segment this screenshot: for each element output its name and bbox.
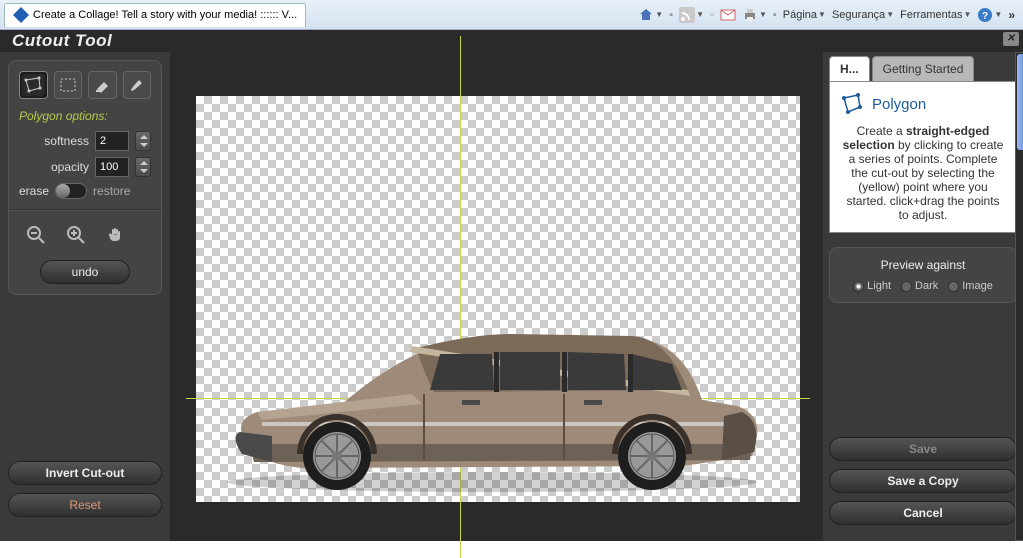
softness-spinner[interactable] xyxy=(135,131,151,151)
preview-dark-radio[interactable]: Dark xyxy=(901,280,938,292)
invert-cutout-button[interactable]: Invert Cut-out xyxy=(8,461,162,485)
svg-text:?: ? xyxy=(982,11,988,22)
reset-button[interactable]: Reset xyxy=(8,493,162,517)
security-menu[interactable]: Segurança ▼ xyxy=(832,9,894,21)
zoom-out-icon[interactable] xyxy=(25,224,47,246)
opacity-input[interactable] xyxy=(95,157,129,177)
canvas-area xyxy=(170,52,823,541)
window-title: Cutout Tool xyxy=(12,31,112,51)
tab-title: Create a Collage! Tell a story with your… xyxy=(33,9,297,21)
help-title: Polygon xyxy=(872,96,926,113)
save-button[interactable]: Save xyxy=(829,437,1017,461)
site-icon xyxy=(13,7,29,23)
brush-tool[interactable] xyxy=(123,71,152,99)
canvas[interactable] xyxy=(196,96,800,502)
cancel-button[interactable]: Cancel xyxy=(829,501,1017,525)
undo-button[interactable]: undo xyxy=(40,260,130,284)
browser-toolbar: Create a Collage! Tell a story with your… xyxy=(0,0,1023,30)
home-button[interactable]: ▼ xyxy=(638,7,663,23)
zoom-in-icon[interactable] xyxy=(65,224,87,246)
preview-panel: Preview against Light Dark Image xyxy=(829,247,1017,303)
opacity-spinner[interactable] xyxy=(135,157,151,177)
browser-menu-right: ▼ ▪ ▼ ▫ ▼ ▪ Página ▼ Segurança ▼ Ferrame… xyxy=(638,7,1023,23)
mail-button[interactable] xyxy=(720,7,736,23)
tools-panel: Polygon options: softness opacity erase … xyxy=(8,60,162,295)
close-icon[interactable]: ✕ xyxy=(1003,32,1019,46)
window-titlebar: Cutout Tool ✕ xyxy=(0,30,1023,52)
erase-restore-toggle[interactable] xyxy=(55,183,87,199)
tools-menu[interactable]: Ferramentas ▼ xyxy=(900,9,971,21)
page-menu[interactable]: Página ▼ xyxy=(783,9,826,21)
scrollbar-thumb[interactable] xyxy=(1017,54,1023,150)
softness-label: softness xyxy=(19,134,89,148)
overflow-icon[interactable]: » xyxy=(1008,8,1015,22)
help-panel: Polygon Create a straight-edged selectio… xyxy=(829,81,1017,233)
marquee-tool[interactable] xyxy=(54,71,83,99)
save-copy-button[interactable]: Save a Copy xyxy=(829,469,1017,493)
eraser-tool[interactable] xyxy=(88,71,117,99)
polygon-icon xyxy=(840,92,864,116)
preview-light-radio[interactable]: Light xyxy=(853,280,891,292)
getting-started-tab[interactable]: Getting Started xyxy=(872,56,975,81)
feeds-button[interactable]: ▼ xyxy=(679,7,704,23)
preview-title: Preview against xyxy=(838,258,1008,272)
scrollbar[interactable] xyxy=(1015,52,1023,541)
browser-tab[interactable]: Create a Collage! Tell a story with your… xyxy=(4,3,306,27)
erase-label: erase xyxy=(19,184,49,198)
opacity-label: opacity xyxy=(19,160,89,174)
options-header: Polygon options: xyxy=(19,109,151,123)
pan-hand-icon[interactable] xyxy=(105,224,127,246)
left-sidebar: Polygon options: softness opacity erase … xyxy=(0,52,170,541)
right-sidebar: H... Getting Started Polygon Create a st… xyxy=(823,52,1023,541)
cutout-image xyxy=(212,304,772,494)
help-text: Create a straight-edged selection by cli… xyxy=(840,124,1006,222)
softness-input[interactable] xyxy=(95,131,129,151)
polygon-tool[interactable] xyxy=(19,71,48,99)
print-button[interactable]: ▼ xyxy=(742,7,767,23)
preview-image-radio[interactable]: Image xyxy=(948,280,993,292)
help-button[interactable]: ?▼ xyxy=(977,7,1002,23)
app-window: Cutout Tool ✕ xyxy=(0,30,1023,541)
help-tab[interactable]: H... xyxy=(829,56,870,81)
restore-label: restore xyxy=(93,184,130,198)
